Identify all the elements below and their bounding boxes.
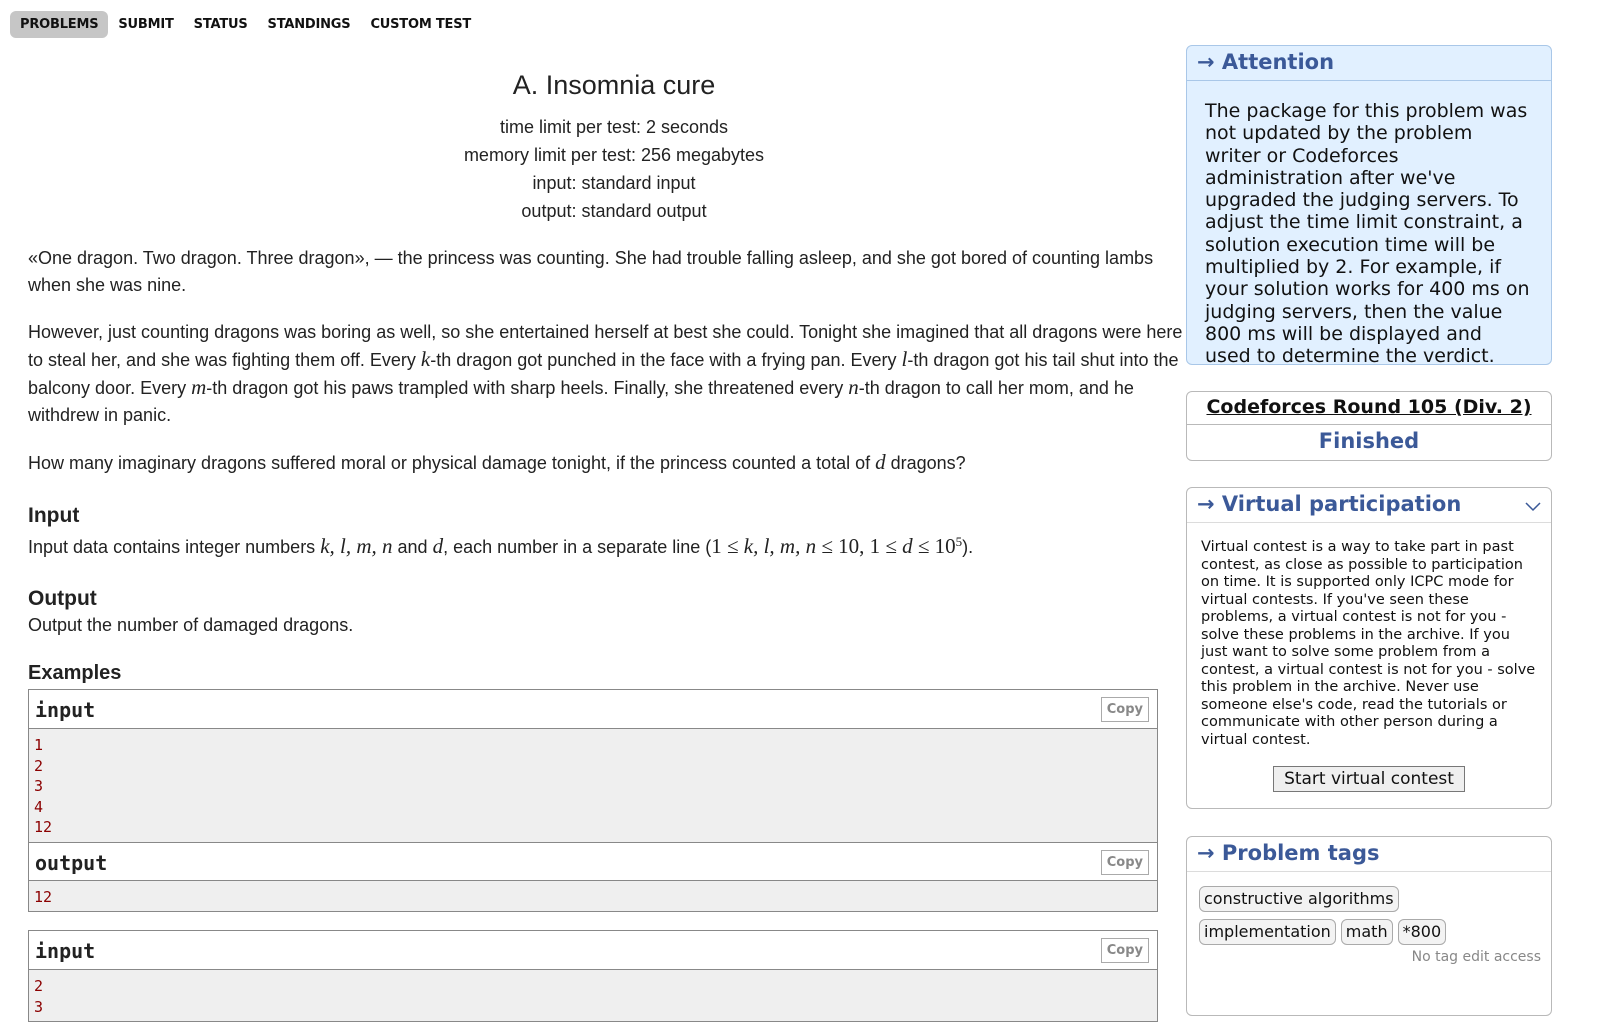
constraint-c2: k, l, m, n <box>743 534 817 558</box>
sample-input-header: input Copy <box>29 690 1157 729</box>
sample-input-body: 1 2 3 4 12 <box>29 729 1157 842</box>
output-section-title: Output <box>28 587 97 610</box>
tag-implementation[interactable]: implementation <box>1199 919 1336 945</box>
contest-box: Codeforces Round 105 (Div. 2) Finished <box>1186 391 1552 461</box>
input-section-title: Input <box>28 504 80 527</box>
sample-input-header: input Copy <box>29 931 1157 970</box>
virtual-participation-text: Virtual contest is a way to take part in… <box>1201 539 1536 748</box>
input-section-body: Input data contains integer numbers k, l… <box>28 529 1200 560</box>
contest-name-link[interactable]: Codeforces Round 105 (Div. 2) <box>1187 392 1551 425</box>
sample-input-label: input <box>35 939 96 963</box>
no-tag-edit-note: No tag edit access <box>1411 949 1541 965</box>
sample-input-body: 2 3 <box>29 970 1157 1021</box>
virtual-participation-box: → Virtual participation Virtual contest … <box>1186 487 1552 809</box>
constraint-c3: ≤ 10, 1 ≤ <box>816 534 903 558</box>
constraint-c1: 1 ≤ <box>711 534 744 558</box>
tag-difficulty[interactable]: *800 <box>1397 919 1447 945</box>
chevron-down-icon[interactable] <box>1525 498 1541 514</box>
legend-paragraph-1: «One dragon. Two dragon. Three dragon», … <box>28 248 1154 295</box>
virtual-participation-title: → Virtual participation <box>1197 492 1462 516</box>
var-k: k <box>420 347 431 371</box>
copy-button[interactable]: Copy <box>1100 697 1149 722</box>
constraint-c5: ≤ 10 <box>912 534 956 558</box>
problem-header: A. Insomnia cure time limit per test: 2 … <box>28 70 1200 225</box>
memory-limit: memory limit per test: 256 megabytes <box>463 145 765 165</box>
output-section-body: Output the number of damaged dragons. <box>28 615 354 635</box>
tag-constructive-algorithms[interactable]: constructive algorithms <box>1199 886 1399 912</box>
input-vars: k, l, m, n <box>320 534 393 558</box>
sample-line: 2 <box>34 977 44 995</box>
output-source: output: standard output <box>521 201 707 221</box>
start-virtual-contest-button[interactable]: Start virtual contest <box>1273 766 1465 792</box>
problem-tags-title: → Problem tags <box>1187 837 1551 872</box>
problem-title: A. Insomnia cure <box>512 70 716 100</box>
time-limit: time limit per test: 2 seconds <box>499 117 729 137</box>
problem-tags-box: → Problem tags constructive algorithms i… <box>1186 836 1552 1016</box>
sample-test-1: input Copy 1 2 3 4 12 output Copy 12 <box>28 689 1158 912</box>
tag-list: constructive algorithms implementation m… <box>1187 872 1537 945</box>
legend-paragraph-2: However, just counting dragons was borin… <box>28 319 1200 429</box>
examples-title: Examples <box>28 662 122 684</box>
contest-status: Finished <box>1318 429 1420 453</box>
sample-output-label: output <box>35 850 108 875</box>
sample-line: 3 <box>34 777 44 795</box>
input-text-a: Input data contains integer numbers <box>28 537 321 557</box>
input-text-end: ). <box>962 537 974 557</box>
p3-text-b: dragons? <box>885 453 966 473</box>
tab-custom-test[interactable]: CUSTOM TEST <box>360 11 481 38</box>
tab-problems[interactable]: PROBLEMS <box>10 11 109 38</box>
virtual-button-wrap: Start virtual contest <box>1187 766 1551 792</box>
input-source: input: standard input <box>532 173 696 193</box>
copy-button[interactable]: Copy <box>1100 938 1149 963</box>
sample-line: 1 <box>34 736 44 754</box>
p2-text-b: -th dragon got punched in the face with … <box>430 350 902 370</box>
sample-line: 4 <box>34 797 44 816</box>
p3-text-a: How many imaginary dragons suffered mora… <box>28 453 876 473</box>
var-m: m <box>191 375 207 399</box>
var-d: d <box>875 450 886 474</box>
virtual-participation-header: → Virtual participation <box>1187 488 1551 523</box>
tag-math[interactable]: math <box>1340 919 1393 945</box>
var-n: n <box>848 375 859 399</box>
sample-line: 3 <box>34 997 44 1016</box>
sample-line: 12 <box>34 818 53 836</box>
sample-input-label: input <box>35 698 96 722</box>
input-var-d: d <box>432 534 444 558</box>
attention-title: → Attention <box>1187 46 1551 81</box>
tab-standings[interactable]: STANDINGS <box>258 11 361 38</box>
sample-test-2: input Copy 2 3 <box>28 930 1158 1022</box>
top-nav: PROBLEMS SUBMIT STATUS STANDINGS CUSTOM … <box>10 11 481 38</box>
sample-line: 12 <box>34 887 53 906</box>
input-text-and: and <box>392 537 433 557</box>
tab-status[interactable]: STATUS <box>184 11 258 38</box>
sample-output-body: 12 <box>29 880 1157 911</box>
input-text-b: , each number in a separate line ( <box>443 537 712 557</box>
problem-statement: A. Insomnia cure time limit per test: 2 … <box>28 68 1200 1022</box>
attention-text: The package for this problem was not upd… <box>1205 100 1530 368</box>
tab-submit[interactable]: SUBMIT <box>108 11 183 38</box>
copy-button[interactable]: Copy <box>1100 849 1149 875</box>
p2-text-d: -th dragon got his paws trampled with sh… <box>206 378 849 398</box>
sample-line: 2 <box>34 756 44 775</box>
sample-output-header: output Copy <box>29 841 1157 881</box>
attention-box: → Attention The package for this problem… <box>1186 45 1552 368</box>
legend-paragraph-3: How many imaginary dragons suffered mora… <box>28 449 1200 477</box>
constraint-c4: d <box>902 534 913 558</box>
